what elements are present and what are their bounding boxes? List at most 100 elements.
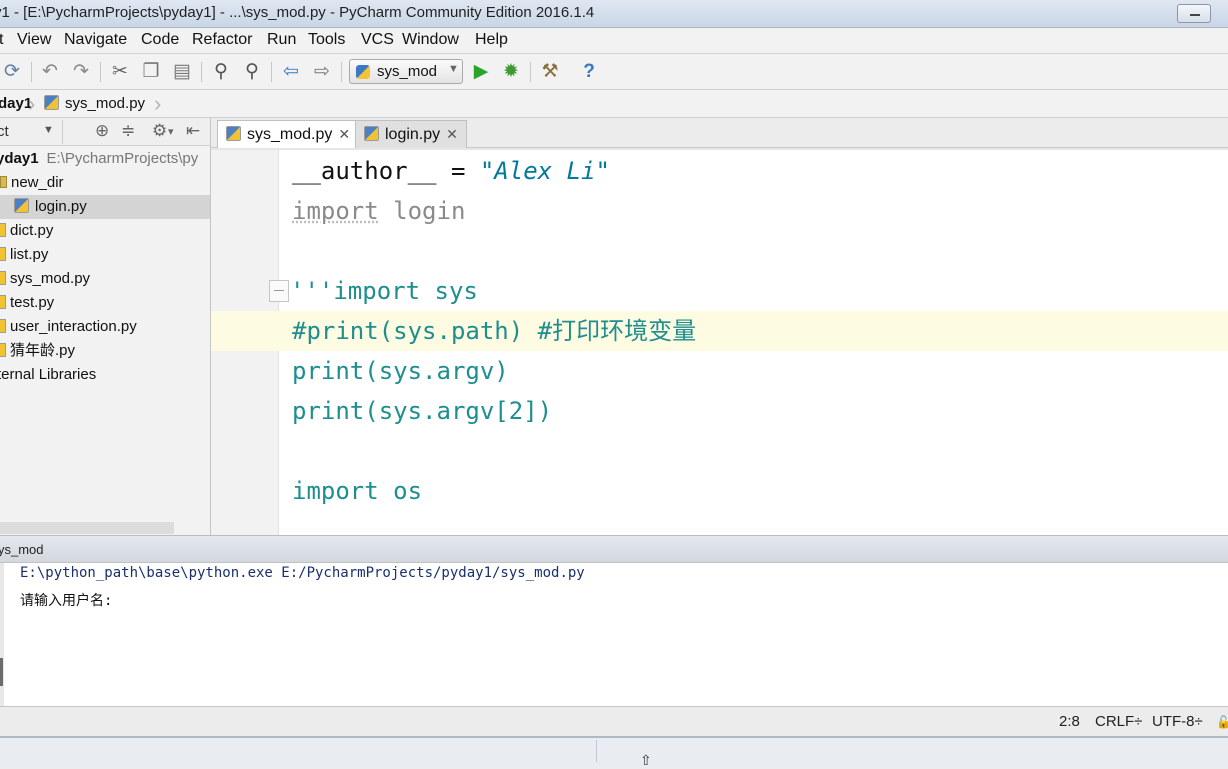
tree-item-new-dir[interactable]: new_dir — [0, 171, 210, 195]
line-separator[interactable]: CRLF÷ — [1095, 713, 1142, 730]
taskbar: ⇧ — [0, 736, 1228, 768]
toolbar-separator — [31, 62, 32, 82]
code-line-4: '''import sys — [290, 277, 478, 305]
console-scroll-marker — [0, 658, 3, 686]
menu-run[interactable]: Run — [267, 31, 296, 49]
chevron-down-icon[interactable]: ▼ — [43, 124, 54, 136]
mouse-cursor-icon: ⇧ — [640, 752, 652, 768]
sync-icon[interactable]: ⟳ — [1, 61, 23, 83]
separator — [62, 120, 63, 144]
lock-icon[interactable]: 🔓 — [1216, 715, 1228, 729]
toolbar-separator — [530, 62, 531, 82]
hide-icon[interactable]: ⇤ — [186, 121, 200, 141]
collapse-icon[interactable]: ≑ — [121, 121, 135, 141]
title-bar: y1 - [E:\PycharmProjects\pyday1] - ...\s… — [0, 0, 1228, 28]
menu-tools[interactable]: Tools — [308, 31, 345, 49]
run-console[interactable]: E:\python_path\base\python.exe E:/Pychar… — [0, 563, 1228, 706]
menu-help[interactable]: Help — [475, 31, 508, 49]
chevron-down-icon: ▼ — [448, 63, 459, 75]
toolbar-separator — [201, 62, 202, 82]
tree-item-guess-age[interactable]: 猜年龄.py — [0, 339, 210, 363]
python-file-icon — [14, 198, 29, 213]
python-file-icon — [226, 126, 241, 141]
toolbar-separator — [100, 62, 101, 82]
debug-icon[interactable]: ✹ — [500, 61, 522, 83]
separator — [596, 740, 597, 762]
project-panel: ct ▼ ⊕ ≑ ⚙ ▾ ⇤ yday1E:\PycharmProjects\p… — [0, 118, 211, 535]
code-editor[interactable]: __author__ = "Alex Li" import login '''i… — [211, 148, 1228, 535]
paste-icon[interactable]: ▤ — [171, 61, 193, 83]
tab-login[interactable]: login.py ✕ — [355, 120, 467, 148]
find-icon[interactable]: ⚲ — [210, 61, 232, 83]
console-command: E:\python_path\base\python.exe E:/Pychar… — [20, 565, 585, 581]
python-file-icon — [0, 343, 6, 357]
python-file-icon — [364, 126, 379, 141]
file-encoding[interactable]: UTF-8÷ — [1152, 713, 1203, 730]
run-panel-title: ys_mod — [0, 542, 44, 557]
breadcrumb-separator: › — [154, 91, 162, 116]
toolbar-separator — [271, 62, 272, 82]
back-icon[interactable]: ⇦ — [280, 61, 302, 83]
code-line-7: print(sys.argv[2]) — [292, 397, 553, 425]
editor-tabs: sys_mod.py ✕ login.py ✕ — [211, 118, 1228, 149]
cursor-position[interactable]: 2:8 — [1059, 713, 1080, 730]
chevron-down-icon[interactable]: ▾ — [168, 125, 174, 138]
cut-icon[interactable]: ✂ — [109, 61, 131, 83]
tree-item-test[interactable]: test.py — [0, 291, 210, 315]
menu-vcs[interactable]: VCS — [361, 31, 394, 49]
status-bar: 2:8 CRLF÷ UTF-8÷ 🔓 — [0, 706, 1228, 736]
run-config-select[interactable]: sys_mod ▼ — [349, 59, 463, 84]
tree-item-dict[interactable]: dict.py — [0, 219, 210, 243]
breadcrumb-file[interactable]: sys_mod.py — [44, 95, 145, 112]
minimize-button[interactable] — [1177, 4, 1211, 23]
folder-icon — [0, 176, 7, 188]
python-file-icon — [44, 95, 59, 110]
tree-item-sys-mod[interactable]: sys_mod.py — [0, 267, 210, 291]
tree-item-project-root[interactable]: yday1 E:\PycharmProjects\py — [0, 147, 210, 171]
tree-item-login[interactable]: login.py — [0, 195, 210, 219]
run-config-label: sys_mod — [377, 63, 438, 80]
locate-icon[interactable]: ⊕ — [95, 121, 109, 141]
menu-file[interactable]: t — [0, 31, 3, 49]
tree-item-user-interaction[interactable]: user_interaction.py — [0, 315, 210, 339]
python-file-icon — [356, 65, 370, 79]
breadcrumb: day1 › sys_mod.py › — [0, 90, 1228, 118]
menu-bar: t View Navigate Code Refactor Run Tools … — [0, 28, 1228, 54]
window-title: y1 - [E:\PycharmProjects\pyday1] - ...\s… — [0, 4, 595, 21]
help-icon[interactable]: ? — [578, 61, 600, 83]
replace-icon[interactable]: ⚲ — [241, 61, 263, 83]
breadcrumb-separator: › — [28, 91, 36, 116]
menu-window[interactable]: Window — [402, 31, 459, 49]
code-line-6: print(sys.argv) — [292, 357, 509, 385]
code-line-2: import login — [292, 197, 466, 225]
menu-code[interactable]: Code — [141, 31, 179, 49]
forward-icon[interactable]: ⇨ — [311, 61, 333, 83]
project-view-label[interactable]: ct — [0, 123, 9, 140]
python-file-icon — [0, 223, 6, 237]
menu-navigate[interactable]: Navigate — [64, 31, 127, 49]
undo-icon[interactable]: ↶ — [39, 61, 61, 83]
project-panel-header: ct ▼ ⊕ ≑ ⚙ ▾ ⇤ — [0, 118, 210, 146]
project-panel-scrollbar[interactable] — [0, 522, 174, 534]
python-file-icon — [0, 271, 6, 285]
tree-item-external-libraries[interactable]: ternal Libraries — [0, 363, 210, 387]
tree-item-list[interactable]: list.py — [0, 243, 210, 267]
run-panel-header[interactable]: ys_mod — [0, 535, 1228, 563]
python-file-icon — [0, 247, 6, 261]
copy-icon[interactable]: ❐ — [140, 61, 162, 83]
run-icon[interactable]: ▶ — [470, 61, 492, 83]
fold-marker[interactable] — [269, 280, 289, 302]
python-file-icon — [0, 319, 6, 333]
menu-refactor[interactable]: Refactor — [192, 31, 252, 49]
toolbar-separator — [341, 62, 342, 82]
redo-icon[interactable]: ↷ — [70, 61, 92, 83]
close-icon[interactable]: ✕ — [338, 126, 350, 142]
settings-icon[interactable]: ⚒ — [539, 61, 561, 83]
toolbar: ⟳ ↶ ↷ ✂ ❐ ▤ ⚲ ⚲ ⇦ ⇨ sys_mod ▼ ▶ ✹ ⚒ ? — [0, 54, 1228, 90]
menu-view[interactable]: View — [17, 31, 51, 49]
tab-sys-mod[interactable]: sys_mod.py ✕ — [217, 120, 360, 149]
code-line-9: import os — [292, 477, 423, 505]
code-line-1: __author__ = "Alex Li" — [292, 157, 610, 185]
close-icon[interactable]: ✕ — [446, 126, 458, 142]
gear-icon[interactable]: ⚙ — [152, 121, 167, 141]
